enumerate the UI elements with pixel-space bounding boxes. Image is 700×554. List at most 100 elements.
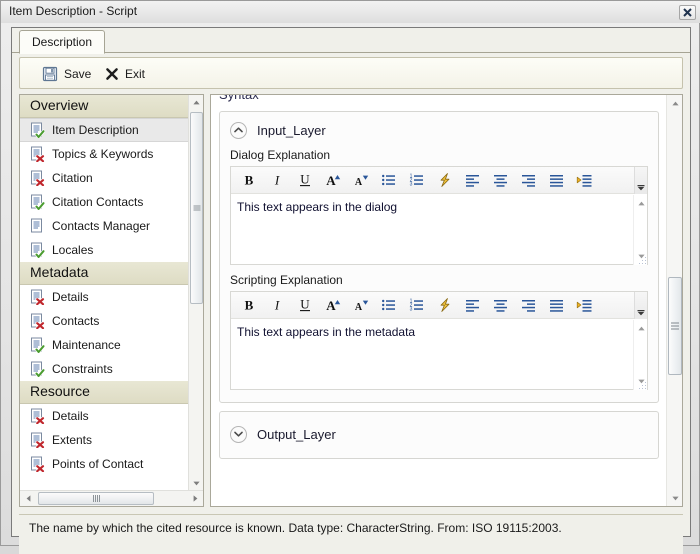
tab-description[interactable]: Description: [19, 30, 105, 54]
sidebar-item-topics-keywords[interactable]: Topics & Keywords: [20, 142, 190, 166]
toolbar-overflow-button[interactable]: [634, 292, 647, 319]
document-error-icon: [30, 313, 45, 329]
align-right-icon: [520, 297, 538, 313]
underline-button[interactable]: U: [291, 168, 319, 192]
align-center-button[interactable]: [487, 168, 515, 192]
save-button[interactable]: Save: [35, 62, 98, 85]
sidebar-scroll-down-button[interactable]: [189, 476, 204, 491]
align-left-icon: [464, 297, 482, 313]
document-ok-icon: [30, 194, 45, 210]
justify-button[interactable]: [543, 168, 571, 192]
svg-text:U: U: [300, 297, 310, 312]
parameter-card-header[interactable]: Output_Layer: [230, 424, 648, 444]
sidebar-item-details[interactable]: Details: [20, 285, 190, 309]
svg-text:I: I: [274, 298, 280, 313]
sidebar-item-citation-contacts[interactable]: Citation Contacts: [20, 190, 190, 214]
sidebar-item-locales[interactable]: Locales: [20, 238, 190, 262]
content-scroll-down-button[interactable]: [667, 490, 683, 506]
sidebar-item-points-of-contact[interactable]: Points of Contact: [20, 452, 190, 476]
scrollbar-grip-icon: [671, 321, 679, 332]
toolbar-overflow-icon: [637, 310, 645, 316]
rte-scroll-up-button[interactable]: [634, 322, 648, 335]
sidebar-group-header-overview[interactable]: Overview: [20, 95, 190, 118]
sidebar-scroll-up-button[interactable]: [189, 95, 204, 110]
indent-button[interactable]: [571, 293, 599, 317]
sidebar-item-item-description[interactable]: Item Description: [20, 118, 190, 142]
sidebar-item-contacts-manager[interactable]: Contacts Manager: [20, 214, 190, 238]
sidebar-horizontal-scrollbar[interactable]: [20, 490, 204, 506]
rich-text-vertical-scrollbar[interactable]: [633, 320, 647, 390]
sidebar-group-header-resource[interactable]: Resource: [20, 381, 190, 404]
sidebar-item-constraints[interactable]: Constraints: [20, 357, 190, 381]
numbered-list-button[interactable]: 123: [403, 293, 431, 317]
document-ok-icon: [30, 361, 45, 377]
collapse-toggle-button[interactable]: [230, 122, 247, 139]
exit-button[interactable]: Exit: [98, 62, 152, 85]
grow-font-button[interactable]: A: [319, 293, 347, 317]
sidebar-item-label: Topics & Keywords: [52, 147, 153, 161]
close-window-button[interactable]: [679, 5, 696, 20]
rich-text-input[interactable]: This text appears in the metadata: [231, 319, 647, 389]
save-button-label: Save: [64, 67, 91, 81]
rich-text-vertical-scrollbar[interactable]: [633, 195, 647, 265]
sidebar-item-maintenance[interactable]: Maintenance: [20, 333, 190, 357]
align-right-button[interactable]: [515, 168, 543, 192]
svg-text:3: 3: [410, 306, 413, 312]
sidebar-item-label: Locales: [52, 243, 93, 257]
status-message: The name by which the cited resource is …: [29, 521, 562, 535]
sidebar-hscrollbar-thumb[interactable]: [38, 492, 154, 505]
window-title: Item Description - Script: [9, 4, 137, 18]
content-vertical-scrollbar[interactable]: [666, 95, 682, 506]
numbered-list-button[interactable]: 123: [403, 168, 431, 192]
document-ok-icon: [30, 122, 45, 138]
sidebar-scroll-left-button[interactable]: [20, 491, 36, 506]
resize-grip-icon[interactable]: [638, 256, 646, 264]
rich-text-value: This text appears in the dialog: [237, 200, 397, 214]
align-center-button[interactable]: [487, 293, 515, 317]
numbered-list-icon: 123: [408, 172, 426, 188]
justify-button[interactable]: [543, 293, 571, 317]
client-area: Description Save Exit: [11, 27, 691, 537]
bullet-list-button[interactable]: [375, 293, 403, 317]
sidebar-item-details[interactable]: Details: [20, 404, 190, 428]
parameter-card-header[interactable]: Input_Layer: [230, 120, 648, 140]
svg-text:A: A: [326, 173, 336, 188]
rich-text-input[interactable]: This text appears in the dialog: [231, 194, 647, 264]
clear-formatting-button[interactable]: [431, 168, 459, 192]
underline-icon: U: [296, 297, 314, 313]
sidebar-scrollbar-thumb[interactable]: [190, 112, 203, 304]
shrink-font-button[interactable]: A: [347, 293, 375, 317]
sidebar-item-label: Points of Contact: [52, 457, 143, 471]
sidebar-group-header-metadata[interactable]: Metadata: [20, 262, 190, 285]
sidebar-item-citation[interactable]: Citation: [20, 166, 190, 190]
toolbar-overflow-button[interactable]: [634, 167, 647, 194]
grow-font-button[interactable]: A: [319, 168, 347, 192]
align-right-button[interactable]: [515, 293, 543, 317]
align-left-button[interactable]: [459, 168, 487, 192]
clear-formatting-button[interactable]: [431, 293, 459, 317]
italic-button[interactable]: I: [263, 168, 291, 192]
shrink-font-button[interactable]: A: [347, 168, 375, 192]
underline-button[interactable]: U: [291, 293, 319, 317]
align-left-button[interactable]: [459, 293, 487, 317]
content-scrollbar-thumb[interactable]: [668, 277, 682, 375]
sidebar-vertical-scrollbar[interactable]: [188, 95, 203, 491]
sidebar-item-contacts[interactable]: Contacts: [20, 309, 190, 333]
justify-icon: [548, 172, 566, 188]
sidebar-item-label: Item Description: [52, 123, 139, 137]
bullet-list-button[interactable]: [375, 168, 403, 192]
expand-toggle-button[interactable]: [230, 426, 247, 443]
content-scroll-up-button[interactable]: [667, 95, 683, 111]
italic-button[interactable]: I: [263, 293, 291, 317]
sidebar-item-extents[interactable]: Extents: [20, 428, 190, 452]
document-error-icon: [30, 432, 45, 448]
sidebar-scroll-right-button[interactable]: [187, 491, 203, 506]
save-disk-icon: [42, 66, 58, 82]
bold-button[interactable]: B: [235, 168, 263, 192]
document-ok-icon: [30, 242, 45, 258]
indent-button[interactable]: [571, 168, 599, 192]
scroll-down-arrow-icon: [672, 496, 679, 501]
bold-button[interactable]: B: [235, 293, 263, 317]
rte-scroll-up-button[interactable]: [634, 197, 648, 210]
resize-grip-icon[interactable]: [638, 381, 646, 389]
